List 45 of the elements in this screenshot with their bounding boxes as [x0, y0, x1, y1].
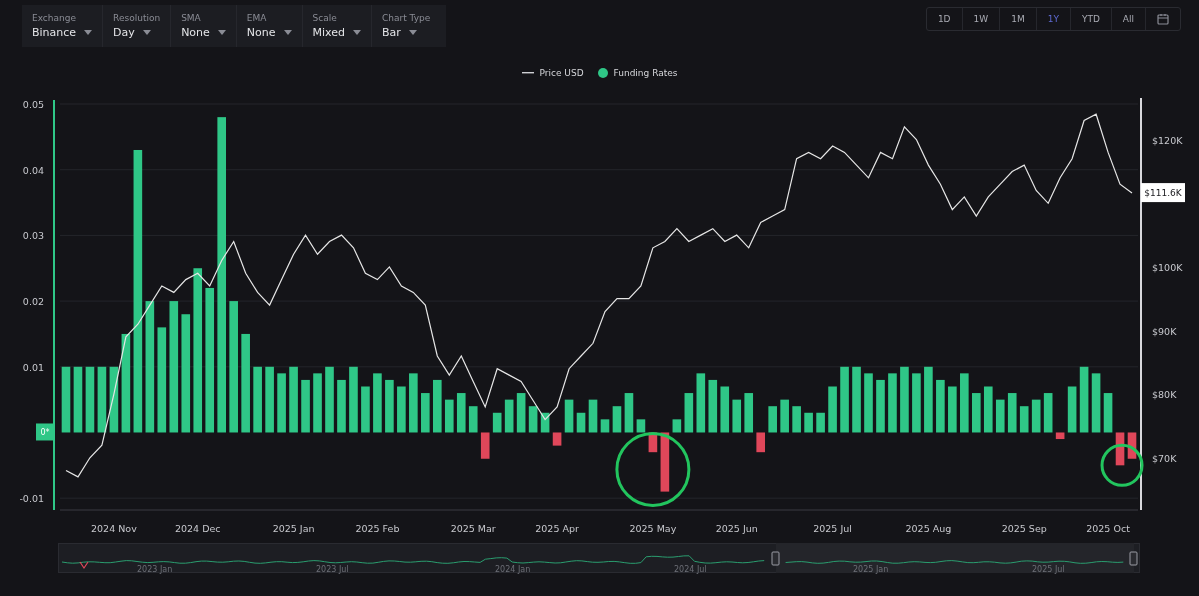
axis-label: 2024 Dec — [174, 523, 221, 534]
axis-label: 2025 Jun — [715, 523, 758, 534]
legend-label: Funding Rates — [613, 68, 678, 78]
price-tag: $111.6K — [1141, 183, 1185, 203]
axis-label: 0.01 — [22, 361, 44, 373]
axis-label: $70K — [1152, 452, 1177, 464]
axis-label: 2025 Feb — [355, 523, 400, 534]
navigator-label: 2023 Jan — [137, 565, 173, 574]
axis-label: $90K — [1152, 325, 1177, 337]
dropdown-selector[interactable]: Exchange Binance — [22, 5, 104, 47]
axis-label: -0.01 — [19, 493, 44, 505]
axis-label: 2024 Nov — [91, 523, 137, 534]
axis-label: $80K — [1152, 389, 1177, 401]
range-tab[interactable]: 1Y — [1036, 8, 1071, 30]
axis-label: 2025 May — [629, 523, 677, 534]
range-tab[interactable]: YTD — [1070, 8, 1112, 30]
dropdown-selector[interactable]: SMA None — [171, 5, 237, 47]
axis-label: 2025 Jan — [272, 523, 315, 534]
navigator-label: 2025 Jan — [853, 565, 889, 574]
navigator-label: 2023 Jul — [316, 565, 349, 574]
zero-badge: 0* — [36, 423, 54, 441]
range-tab[interactable]: All — [1111, 8, 1146, 30]
axis-label: 2025 Mar — [450, 523, 496, 534]
axis-label: $100K — [1152, 261, 1183, 273]
axis-label: 0.05 — [22, 99, 44, 110]
range-tab[interactable]: 1D — [926, 8, 963, 30]
axis-label: 2025 Apr — [535, 523, 579, 534]
axis-label: 2025 Aug — [905, 523, 952, 534]
navigator-label: 2025 Jul — [1032, 565, 1065, 574]
dropdown-selector[interactable]: Chart Type Bar — [372, 5, 447, 47]
axis-label: 2025 Sep — [1001, 523, 1047, 534]
navigator-label: 2024 Jul — [674, 565, 707, 574]
range-tab[interactable]: 1M — [1000, 8, 1037, 30]
axis-label: 2025 Jul — [813, 523, 852, 534]
axis-label: 0.04 — [22, 164, 44, 176]
dropdown-selector[interactable]: EMA None — [236, 5, 303, 47]
dropdown-selector[interactable]: Scale Mixed — [302, 5, 372, 47]
axis-label: $120K — [1152, 134, 1183, 146]
legend-label: Price USD — [539, 68, 584, 78]
navigator-label: 2024 Jan — [495, 565, 531, 574]
axis-label: 0.03 — [22, 230, 44, 242]
axis-label: 2025 Oct — [1086, 523, 1130, 534]
axis-label: 0.02 — [22, 296, 44, 308]
range-tab[interactable]: 1W — [962, 8, 1001, 30]
dropdown-selector[interactable]: Resolution Day — [103, 5, 172, 47]
